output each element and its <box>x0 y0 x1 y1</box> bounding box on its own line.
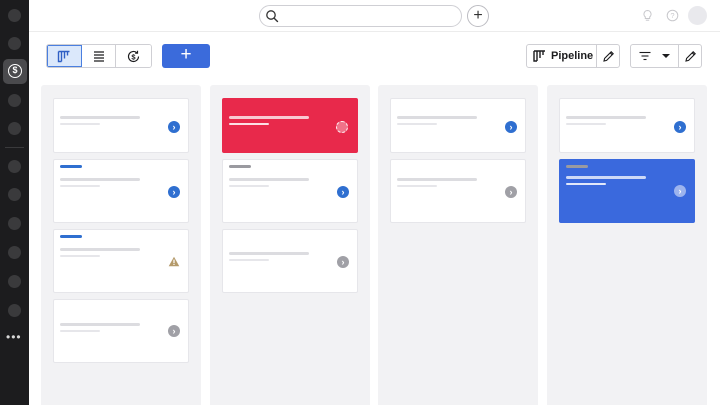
warning-icon[interactable] <box>168 256 180 267</box>
pipeline-icon <box>533 50 545 62</box>
quick-add-button[interactable]: + <box>467 5 489 27</box>
deal-card[interactable]: › <box>390 98 526 153</box>
pipeline-selector: Pipeline <box>526 44 620 68</box>
deal-title-placeholder <box>397 116 477 119</box>
rotting-indicator-icon[interactable] <box>336 121 348 133</box>
deal-card-selected[interactable]: › <box>559 159 695 223</box>
deal-subtitle-placeholder <box>566 183 606 185</box>
nav-icon-3[interactable] <box>8 94 21 107</box>
deal-card[interactable]: › <box>222 229 358 293</box>
list-view-button[interactable] <box>81 45 117 67</box>
edit-filter-button[interactable] <box>679 45 701 67</box>
stage-column: › › <box>210 85 370 405</box>
deal-subtitle-placeholder <box>566 123 606 125</box>
forecast-view-icon: $ <box>128 50 140 62</box>
deal-card[interactable]: › <box>53 98 189 153</box>
pipeline-name: Pipeline <box>551 50 594 62</box>
deal-subtitle-placeholder <box>60 255 100 257</box>
nav-icon-4[interactable] <box>8 122 21 135</box>
stage-column: › › › <box>41 85 201 405</box>
deal-card-rotting[interactable] <box>222 98 358 153</box>
deal-card[interactable]: › <box>53 159 189 223</box>
edit-pipeline-button[interactable] <box>597 45 619 67</box>
nav-icon-8[interactable] <box>8 246 21 259</box>
deal-card[interactable]: › <box>390 159 526 223</box>
label-tag <box>60 165 82 168</box>
forecast-view-button[interactable]: $ <box>116 45 151 67</box>
deal-title-placeholder <box>397 178 477 181</box>
pencil-icon <box>684 50 696 62</box>
deal-title-placeholder <box>60 178 140 181</box>
next-activity-icon[interactable]: › <box>674 185 686 197</box>
deal-title-placeholder <box>566 116 646 119</box>
next-activity-icon[interactable]: › <box>505 121 517 133</box>
pipeline-dropdown[interactable]: Pipeline <box>527 45 598 67</box>
deal-subtitle-placeholder <box>397 185 437 187</box>
stage-column: › › <box>547 85 707 405</box>
deal-card[interactable]: › <box>559 98 695 153</box>
search-box[interactable] <box>259 5 462 27</box>
lightbulb-icon[interactable] <box>641 9 654 22</box>
deal-subtitle-placeholder <box>397 123 437 125</box>
deal-card[interactable] <box>53 229 189 293</box>
pipeline-view-button[interactable] <box>47 45 82 67</box>
nav-icon-2[interactable] <box>8 37 21 50</box>
add-deal-button[interactable]: + <box>162 44 210 68</box>
deal-title-placeholder <box>229 116 309 119</box>
user-avatar[interactable] <box>688 6 707 25</box>
deal-subtitle-placeholder <box>60 330 100 332</box>
next-activity-icon[interactable]: › <box>505 186 517 198</box>
svg-text:?: ? <box>670 11 674 20</box>
search-icon <box>266 10 279 23</box>
next-activity-icon[interactable]: › <box>168 186 180 198</box>
label-tag <box>566 165 588 168</box>
deal-subtitle-placeholder <box>229 259 269 261</box>
top-bar: + ? <box>29 0 720 32</box>
nav-icon-7[interactable] <box>8 217 21 230</box>
next-activity-icon[interactable]: › <box>168 121 180 133</box>
pipeline-view-icon <box>57 50 70 62</box>
next-activity-icon[interactable]: › <box>168 325 180 337</box>
filter-icon <box>639 51 651 61</box>
label-tag <box>229 165 251 168</box>
stage-column: › › <box>378 85 538 405</box>
deal-title-placeholder <box>566 176 646 179</box>
nav-icon-5[interactable] <box>8 160 21 173</box>
deal-title-placeholder <box>60 323 140 326</box>
filter-dropdown[interactable] <box>631 45 679 67</box>
next-activity-icon[interactable]: › <box>337 186 349 198</box>
deal-card[interactable]: › <box>222 159 358 223</box>
pencil-icon <box>602 50 614 62</box>
dollar-coin-icon: $ <box>8 64 22 78</box>
search-input[interactable] <box>282 8 457 24</box>
deal-subtitle-placeholder <box>60 123 100 125</box>
nav-deals-item[interactable]: $ <box>3 59 27 84</box>
deal-title-placeholder <box>60 116 140 119</box>
nav-divider <box>5 147 24 148</box>
view-switcher: $ <box>46 44 152 68</box>
deal-title-placeholder <box>229 178 309 181</box>
deal-subtitle-placeholder <box>229 123 269 125</box>
more-icon[interactable]: ••• <box>6 331 22 343</box>
chevron-down-icon <box>662 54 670 58</box>
deal-card[interactable]: › <box>53 299 189 363</box>
next-activity-icon[interactable]: › <box>674 121 686 133</box>
deal-subtitle-placeholder <box>229 185 269 187</box>
deal-title-placeholder <box>60 248 140 251</box>
deal-title-placeholder <box>229 252 309 255</box>
list-view-icon <box>93 51 104 62</box>
nav-icon-9[interactable] <box>8 275 21 288</box>
deal-subtitle-placeholder <box>60 185 100 187</box>
help-icon[interactable]: ? <box>666 9 679 22</box>
nav-icon-10[interactable] <box>8 304 21 317</box>
left-nav-rail: $ ••• <box>0 0 29 405</box>
filter-selector <box>630 44 702 68</box>
nav-icon-6[interactable] <box>8 188 21 201</box>
label-tag <box>60 235 82 238</box>
next-activity-icon[interactable]: › <box>337 256 349 268</box>
nav-icon-1[interactable] <box>8 9 21 22</box>
